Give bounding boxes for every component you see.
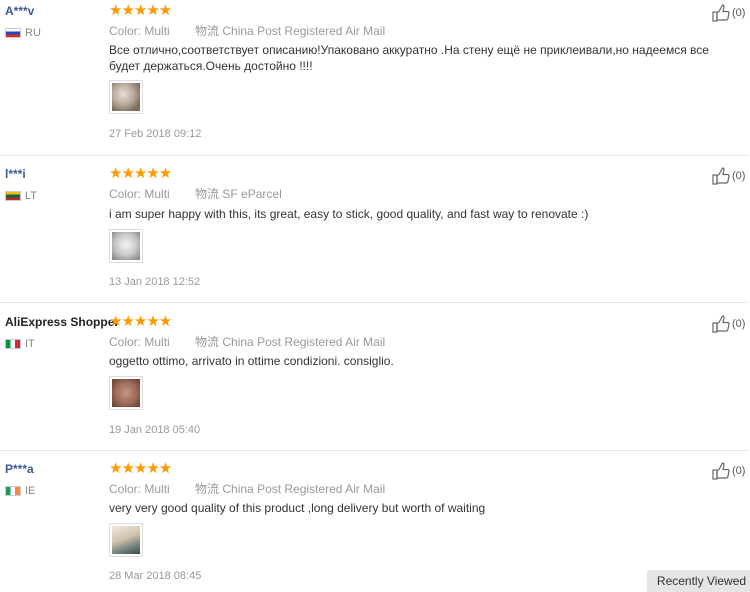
- review-photo[interactable]: [109, 376, 143, 410]
- review-photo[interactable]: [109, 229, 143, 263]
- flag-lt-icon: [5, 191, 21, 201]
- buyer-country: IE: [5, 484, 35, 498]
- buyer-name[interactable]: l***i: [5, 167, 26, 181]
- star-rating: ★★★★★: [109, 313, 172, 330]
- flag-it-icon: [5, 339, 21, 349]
- flag-ie-icon: [5, 486, 21, 496]
- color-value: Multi: [144, 24, 170, 38]
- helpful-count: (0): [732, 465, 746, 477]
- review-text: i am super happy with this, its great, e…: [109, 207, 589, 221]
- buyer-name[interactable]: A***v: [5, 4, 34, 18]
- color-value: Multi: [144, 187, 170, 201]
- review-text: oggetto ottimo, arrivato in ottime condi…: [109, 354, 394, 368]
- review-item: l***i LT ★★★★★ Color: Multi 物流 SF eParce…: [0, 163, 748, 303]
- photo-thumbnail: [112, 526, 140, 554]
- review-text: very very good quality of this product ,…: [109, 501, 486, 515]
- shipping-method: 物流 China Post Registered Air Mail: [195, 24, 386, 38]
- review-date: 19 Jan 2018 05:40: [109, 424, 201, 436]
- review-photo[interactable]: [109, 523, 143, 557]
- review-text: Все отлично,соответствует описанию!Упако…: [109, 43, 709, 73]
- color-label: Color:: [109, 335, 142, 349]
- review-date: 27 Feb 2018 09:12: [109, 128, 202, 140]
- country-code: RU: [25, 27, 41, 39]
- review-date: 13 Jan 2018 12:52: [109, 276, 201, 288]
- country-code: IT: [25, 338, 35, 350]
- helpful-count: (0): [732, 318, 746, 330]
- recently-viewed-tab[interactable]: Recently Viewed: [647, 570, 750, 592]
- star-rating: ★★★★★: [109, 2, 172, 19]
- helpful-button[interactable]: (0): [712, 4, 745, 22]
- helpful-button[interactable]: (0): [712, 167, 745, 185]
- flag-ru-icon: [5, 28, 21, 38]
- color-value: Multi: [144, 335, 170, 349]
- photo-thumbnail: [112, 379, 140, 407]
- buyer-country: LT: [5, 189, 37, 203]
- color-value: Multi: [144, 482, 170, 496]
- review-photo[interactable]: [109, 80, 143, 114]
- thumbs-up-icon: [712, 4, 730, 22]
- thumbs-up-icon: [712, 167, 730, 185]
- photo-thumbnail: [112, 232, 140, 260]
- country-code: LT: [25, 190, 38, 202]
- shipping-method: 物流 China Post Registered Air Mail: [195, 335, 386, 349]
- review-date: 28 Mar 2018 08:45: [109, 570, 202, 582]
- helpful-button[interactable]: (0): [712, 315, 745, 333]
- order-info: Color: Multi 物流 China Post Registered Ai…: [109, 480, 385, 497]
- buyer-country: IT: [5, 337, 35, 351]
- buyer-name[interactable]: AliExpress Shopper: [5, 315, 119, 329]
- buyer-name[interactable]: P***a: [5, 462, 34, 476]
- recently-viewed-label: Recently Viewed: [656, 574, 747, 588]
- thumbs-up-icon: [712, 315, 730, 333]
- order-info: Color: Multi 物流 China Post Registered Ai…: [109, 22, 385, 39]
- shipping-method: 物流 China Post Registered Air Mail: [195, 482, 386, 496]
- buyer-country: RU: [5, 26, 41, 40]
- color-label: Color:: [109, 482, 142, 496]
- helpful-count: (0): [732, 7, 746, 19]
- order-info: Color: Multi 物流 China Post Registered Ai…: [109, 333, 385, 350]
- helpful-count: (0): [732, 170, 746, 182]
- star-rating: ★★★★★: [109, 165, 172, 182]
- color-label: Color:: [109, 24, 142, 38]
- review-item: AliExpress Shopper IT ★★★★★ Color: Multi…: [0, 311, 748, 451]
- thumbs-up-icon: [712, 462, 730, 480]
- shipping-method: 物流 SF eParcel: [195, 187, 282, 201]
- country-code: IE: [25, 485, 36, 497]
- color-label: Color:: [109, 187, 142, 201]
- order-info: Color: Multi 物流 SF eParcel: [109, 185, 282, 202]
- review-item: A***v RU ★★★★★ Color: Multi 物流 China Pos…: [0, 0, 748, 156]
- review-item: P***a IE ★★★★★ Color: Multi 物流 China Pos…: [0, 458, 748, 592]
- star-rating: ★★★★★: [109, 460, 172, 477]
- helpful-button[interactable]: (0): [712, 462, 745, 480]
- photo-thumbnail: [112, 83, 140, 111]
